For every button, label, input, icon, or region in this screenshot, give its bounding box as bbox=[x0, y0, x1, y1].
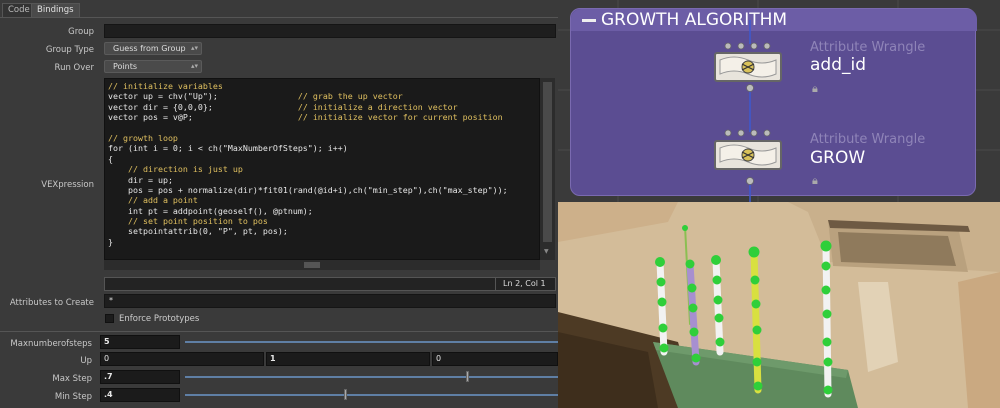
dropdown-arrow-icon: ▴▾ bbox=[190, 62, 198, 70]
code-line: vector dir = {0,0,0}; // initialize a di… bbox=[108, 102, 536, 112]
max-steps-slider[interactable] bbox=[185, 341, 558, 343]
wrangle-node-icon bbox=[719, 144, 777, 166]
max-steps-label: Maxnumberofsteps bbox=[10, 339, 92, 349]
run-over-dropdown[interactable]: Points ▴▾ bbox=[104, 60, 202, 73]
enforce-prototypes-label: Enforce Prototypes bbox=[119, 314, 200, 324]
code-comment: // grab the up vector bbox=[297, 91, 403, 102]
code-text: vector pos = v@P; bbox=[108, 112, 193, 123]
vexpression-label: VEXpression bbox=[41, 180, 94, 190]
group-label: Group bbox=[68, 27, 94, 37]
code-text: int pt = addpoint(geoself(), @ptnum); bbox=[108, 205, 313, 216]
attributes-label: Attributes to Create bbox=[9, 298, 94, 308]
node2-type: Attribute Wrangle bbox=[810, 132, 926, 147]
code-line: // direction is just up bbox=[108, 164, 536, 174]
wrangle-node-add-id[interactable] bbox=[714, 52, 782, 82]
code-text: setpointattrib(0, "P", pt, pos); bbox=[108, 226, 288, 237]
editor-status-bar: Ln 2, Col 1 bbox=[104, 277, 556, 291]
code-line: int pt = addpoint(geoself(), @ptnum); bbox=[108, 206, 536, 216]
vex-code-editor[interactable]: // initialize variables vector up = chv("… bbox=[104, 78, 540, 260]
code-text: pos = pos + normalize(dir)*fit01(rand(@i… bbox=[108, 184, 508, 195]
max-step-label: Max Step bbox=[52, 374, 92, 384]
network-editor: GROWTH ALGORITHM Attribute Wrangle add_i… bbox=[558, 0, 1000, 202]
code-text: // direction is just up bbox=[108, 164, 243, 175]
section-divider bbox=[0, 331, 558, 332]
scroll-down-icon[interactable]: ▼ bbox=[544, 248, 549, 255]
wrangle-node-grow[interactable] bbox=[714, 140, 782, 170]
code-line: pos = pos + normalize(dir)*fit01(rand(@i… bbox=[108, 185, 536, 195]
scrollbar-thumb[interactable] bbox=[543, 82, 552, 242]
code-text: for (int i = 0; i < ch("MaxNumberOfSteps… bbox=[108, 143, 348, 154]
max-steps-input[interactable]: 5 bbox=[100, 335, 180, 349]
up-z-input[interactable]: 0 bbox=[432, 352, 558, 366]
node-graph bbox=[724, 20, 771, 202]
editor-vertical-scrollbar[interactable]: ▼ bbox=[540, 78, 555, 260]
run-over-value: Points bbox=[113, 62, 138, 71]
3d-viewport[interactable] bbox=[558, 202, 1000, 408]
group-field[interactable] bbox=[104, 24, 556, 38]
scrollbar-grip[interactable] bbox=[304, 262, 320, 268]
parameter-panel: Code Bindings Group Group Type Guess fro… bbox=[0, 0, 558, 408]
code-line: // add a point bbox=[108, 195, 536, 205]
cursor-position: Ln 2, Col 1 bbox=[503, 279, 546, 288]
max-step-input[interactable]: .7 bbox=[100, 370, 180, 384]
code-text: dir = up; bbox=[108, 174, 173, 185]
code-line: // growth loop bbox=[108, 133, 536, 143]
min-step-label: Min Step bbox=[54, 392, 92, 402]
group-type-dropdown[interactable]: Guess from Group ▴▾ bbox=[104, 42, 202, 55]
dropdown-arrow-icon: ▴▾ bbox=[190, 44, 198, 52]
min-step-slider[interactable] bbox=[185, 394, 558, 396]
code-text: vector dir = {0,0,0}; bbox=[108, 101, 213, 112]
code-text: // add a point bbox=[108, 195, 198, 206]
code-line: // set point position to pos bbox=[108, 216, 536, 226]
code-text: vector up = chv("Up"); bbox=[108, 91, 218, 102]
up-y-input[interactable]: 1 bbox=[266, 352, 430, 366]
lock-icon[interactable]: 🔒︎ bbox=[812, 174, 818, 188]
max-step-slider[interactable] bbox=[185, 376, 558, 378]
up-label: Up bbox=[80, 356, 92, 366]
code-line: vector up = chv("Up"); // grab the up ve… bbox=[108, 91, 536, 101]
code-line: vector pos = v@P; // initialize vector f… bbox=[108, 112, 536, 122]
code-text: // initialize variables bbox=[108, 81, 223, 91]
code-line: // initialize variables bbox=[108, 81, 536, 91]
status-divider bbox=[495, 278, 496, 290]
code-comment: // initialize vector for current positio… bbox=[297, 112, 503, 123]
group-type-label: Group Type bbox=[45, 45, 94, 55]
enforce-prototypes-checkbox[interactable] bbox=[105, 314, 114, 323]
wrangle-node-icon bbox=[719, 56, 777, 78]
code-line: setpointattrib(0, "P", pt, pos); bbox=[108, 226, 536, 236]
tab-divider bbox=[0, 17, 558, 18]
code-line: for (int i = 0; i < ch("MaxNumberOfSteps… bbox=[108, 143, 536, 153]
group-type-value: Guess from Group bbox=[113, 44, 186, 53]
growth-stems bbox=[655, 225, 833, 398]
code-text: // growth loop bbox=[108, 132, 178, 143]
code-line: dir = up; bbox=[108, 175, 536, 185]
editor-horizontal-scrollbar[interactable] bbox=[104, 260, 540, 270]
up-x-input[interactable]: 0 bbox=[100, 352, 264, 366]
code-text: { bbox=[108, 153, 113, 164]
code-line: { bbox=[108, 154, 536, 164]
tab-bindings[interactable]: Bindings bbox=[31, 3, 80, 17]
min-step-input[interactable]: .4 bbox=[100, 388, 180, 402]
lock-icon[interactable]: 🔒︎ bbox=[812, 82, 818, 96]
code-line: } bbox=[108, 237, 536, 247]
node2-name: GROW bbox=[810, 148, 866, 168]
run-over-label: Run Over bbox=[54, 63, 94, 73]
node1-type: Attribute Wrangle bbox=[810, 40, 926, 55]
code-text: } bbox=[108, 236, 113, 247]
node1-name: add_id bbox=[810, 55, 867, 75]
min-step-slider-handle[interactable] bbox=[344, 389, 347, 400]
max-step-slider-handle[interactable] bbox=[466, 371, 469, 382]
attributes-field[interactable]: * bbox=[104, 294, 556, 308]
code-text: // set point position to pos bbox=[108, 216, 268, 227]
code-comment: // initialize a direction vector bbox=[297, 101, 458, 112]
